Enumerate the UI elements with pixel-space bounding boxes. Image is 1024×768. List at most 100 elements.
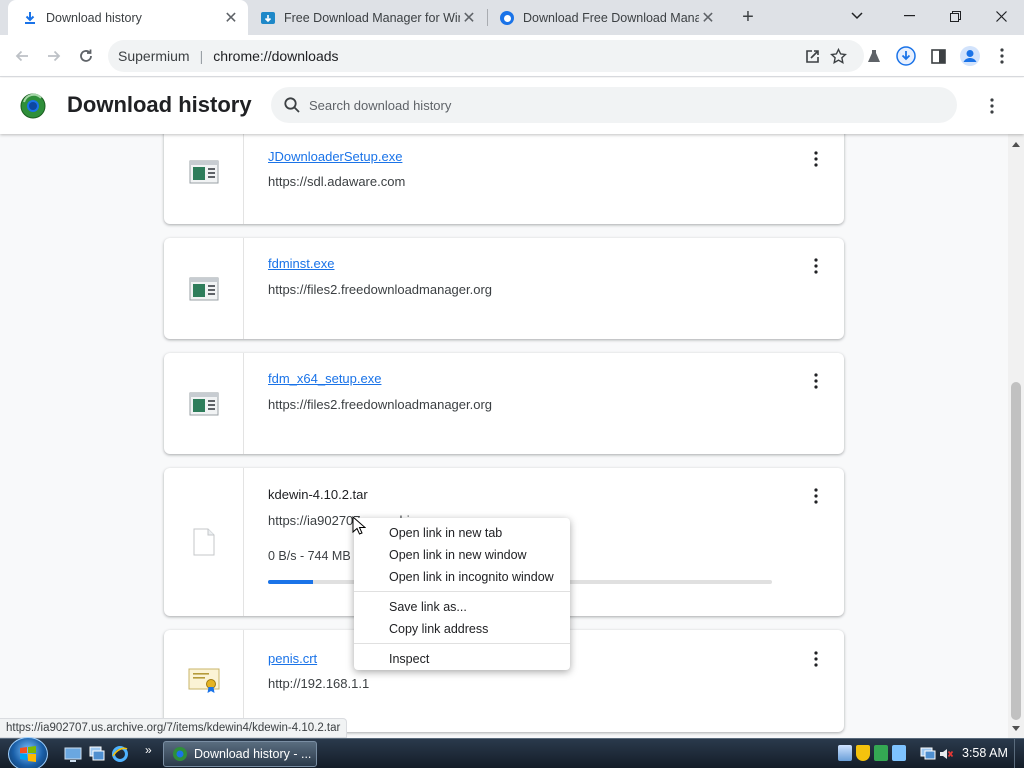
exe-icon bbox=[189, 277, 218, 300]
close-window-button[interactable] bbox=[978, 0, 1024, 32]
source-url[interactable]: https://files2.freedownloadmanager.org bbox=[268, 282, 492, 297]
download-icon bbox=[22, 10, 38, 26]
tab-separator bbox=[487, 9, 488, 26]
more-actions-icon[interactable] bbox=[806, 371, 826, 391]
minimize-button[interactable] bbox=[886, 0, 932, 32]
context-menu: Open link in new tab Open link in new wi… bbox=[354, 518, 570, 670]
close-icon[interactable]: ✕ bbox=[460, 9, 478, 27]
browser-toolbar: Supermium | chrome://downloads bbox=[0, 35, 1024, 77]
menu-open-incognito[interactable]: Open link in incognito window bbox=[354, 566, 570, 588]
search-box[interactable] bbox=[271, 87, 957, 123]
download-item: fdminst.exe https://files2.freedownloadm… bbox=[164, 238, 844, 339]
downloads-menu-icon[interactable] bbox=[980, 94, 1004, 118]
file-name: kdewin-4.10.2.tar bbox=[268, 487, 368, 502]
exe-icon bbox=[189, 392, 218, 415]
tray-network-icon[interactable] bbox=[874, 745, 888, 761]
more-actions-icon[interactable] bbox=[806, 649, 826, 669]
close-icon[interactable]: ✕ bbox=[699, 9, 717, 27]
profile-avatar-icon[interactable] bbox=[957, 43, 983, 69]
tab-download-fdm[interactable]: Download Free Download Mana ✕ bbox=[489, 0, 725, 35]
more-actions-icon[interactable] bbox=[806, 486, 826, 506]
tray-shield-icon[interactable] bbox=[856, 745, 870, 761]
file-icon bbox=[193, 528, 214, 556]
monitor-tray-icon[interactable] bbox=[920, 746, 936, 762]
quick-launch-more[interactable]: » bbox=[145, 743, 152, 757]
tray-update-icon[interactable] bbox=[892, 745, 906, 761]
windows-logo-icon bbox=[20, 746, 36, 762]
system-tray bbox=[838, 745, 906, 761]
browser-menu-icon[interactable] bbox=[989, 43, 1015, 69]
tray-app-icon[interactable] bbox=[838, 745, 852, 761]
internet-explorer-icon[interactable] bbox=[111, 745, 129, 763]
download-item: JDownloaderSetup.exe https://sdl.adaware… bbox=[164, 134, 844, 224]
scrollbar-thumb[interactable] bbox=[1011, 382, 1021, 720]
menu-open-new-window[interactable]: Open link in new window bbox=[354, 544, 570, 566]
scroll-down-arrow-icon[interactable] bbox=[1008, 720, 1024, 736]
windows-taskbar: » Download history - ... 3:58 AM bbox=[0, 737, 1024, 768]
more-actions-icon[interactable] bbox=[806, 256, 826, 276]
search-icon bbox=[284, 97, 300, 113]
tab-search-button[interactable] bbox=[834, 0, 880, 32]
file-icon-column bbox=[164, 134, 244, 224]
tab-download-history[interactable]: Download history ✕ bbox=[8, 0, 248, 35]
more-actions-icon[interactable] bbox=[806, 149, 826, 169]
search-input[interactable] bbox=[309, 97, 909, 113]
tab-title: Download Free Download Mana bbox=[523, 10, 699, 25]
file-icon-column bbox=[164, 468, 244, 616]
menu-save-link-as[interactable]: Save link as... bbox=[354, 596, 570, 618]
progress-status: 0 B/s - 744 MB bbox=[268, 549, 351, 563]
mouse-cursor-icon bbox=[352, 516, 366, 535]
omnibox-separator: | bbox=[199, 48, 204, 64]
certificate-icon bbox=[188, 668, 219, 693]
close-icon[interactable]: ✕ bbox=[222, 9, 240, 27]
menu-inspect[interactable]: Inspect bbox=[354, 648, 570, 670]
side-panel-icon[interactable] bbox=[925, 43, 951, 69]
tab-free-download-manager[interactable]: Free Download Manager for Win ✕ bbox=[250, 0, 486, 35]
file-icon-column bbox=[164, 353, 244, 454]
taskbar-clock[interactable]: 3:58 AM bbox=[962, 746, 1008, 760]
link-status-bubble: https://ia902707.us.archive.org/7/items/… bbox=[0, 718, 348, 738]
taskbar-window-download-history[interactable]: Download history - ... bbox=[163, 741, 317, 767]
back-button[interactable] bbox=[8, 42, 36, 70]
restore-button[interactable] bbox=[932, 0, 978, 32]
vertical-scrollbar[interactable] bbox=[1008, 134, 1024, 738]
download-item: fdm_x64_setup.exe https://files2.freedow… bbox=[164, 353, 844, 454]
switch-windows-icon[interactable] bbox=[88, 745, 106, 763]
file-name-link[interactable]: JDownloaderSetup.exe bbox=[268, 149, 402, 164]
show-desktop-button[interactable] bbox=[1014, 739, 1024, 768]
forward-button[interactable] bbox=[40, 42, 68, 70]
show-desktop-icon[interactable] bbox=[64, 745, 82, 763]
volume-muted-icon[interactable] bbox=[938, 746, 954, 762]
menu-divider bbox=[354, 591, 570, 592]
taskbar-window-label: Download history - ... bbox=[194, 747, 312, 761]
new-tab-button[interactable]: + bbox=[737, 6, 759, 28]
file-name-link[interactable]: penis.crt bbox=[268, 651, 317, 666]
fdm-icon bbox=[260, 10, 276, 26]
scroll-up-arrow-icon[interactable] bbox=[1008, 136, 1024, 152]
source-url[interactable]: https://files2.freedownloadmanager.org bbox=[268, 397, 492, 412]
address-bar[interactable]: Supermium | chrome://downloads bbox=[108, 40, 864, 72]
edge-icon bbox=[499, 10, 515, 26]
downloads-header: Download history bbox=[0, 78, 1024, 134]
bookmark-star-icon[interactable] bbox=[825, 43, 851, 69]
url-text: chrome://downloads bbox=[213, 48, 339, 64]
tab-title: Free Download Manager for Win bbox=[284, 10, 460, 25]
start-button[interactable] bbox=[8, 737, 48, 768]
tab-title: Download history bbox=[46, 10, 142, 25]
share-icon[interactable] bbox=[800, 43, 826, 69]
file-icon-column bbox=[164, 630, 244, 732]
menu-open-new-tab[interactable]: Open link in new tab bbox=[354, 522, 570, 544]
exe-icon bbox=[189, 160, 218, 184]
downloads-icon[interactable] bbox=[893, 43, 919, 69]
reload-button[interactable] bbox=[72, 42, 100, 70]
progress-bar-fill bbox=[268, 580, 314, 584]
source-url[interactable]: https://sdl.adaware.com bbox=[268, 174, 405, 189]
supermium-taskbar-icon bbox=[173, 747, 187, 761]
source-url[interactable]: http://192.168.1.1 bbox=[268, 676, 369, 691]
file-name-link[interactable]: fdminst.exe bbox=[268, 256, 334, 271]
menu-divider bbox=[354, 643, 570, 644]
extensions-icon[interactable] bbox=[861, 43, 887, 69]
file-name-link[interactable]: fdm_x64_setup.exe bbox=[268, 371, 381, 386]
menu-copy-link-address[interactable]: Copy link address bbox=[354, 618, 570, 640]
site-chip: Supermium bbox=[118, 48, 190, 64]
